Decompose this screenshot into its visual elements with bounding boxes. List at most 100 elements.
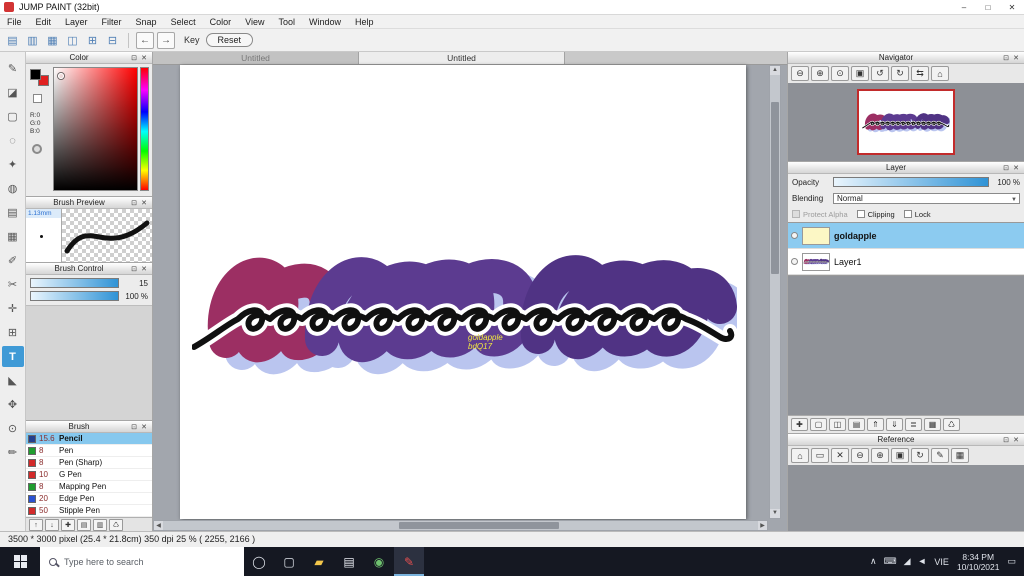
foreground-color-swatch[interactable] (30, 69, 41, 80)
eraser-tool[interactable]: ◪ (2, 82, 24, 103)
nav-rotate-right-icon[interactable]: ↻ (891, 66, 909, 81)
snap-settings-icon[interactable]: ⊟ (104, 32, 121, 49)
color-picker-marker[interactable] (58, 73, 64, 79)
document-tab[interactable]: Untitled (359, 52, 565, 64)
volume-icon[interactable]: ◄ (918, 556, 927, 567)
move-tool[interactable]: ✛ (2, 298, 24, 319)
scroll-right-arrow[interactable]: ▶ (758, 521, 767, 530)
grid-tool[interactable]: ⊞ (2, 322, 24, 343)
navigator-thumbnail[interactable] (857, 89, 955, 155)
brush-edit-icon[interactable]: ▥ (93, 519, 107, 531)
zoom-tool[interactable]: ⊙ (2, 418, 24, 439)
brush-list-item[interactable]: 20 Edge Pen (26, 493, 152, 505)
layer-visibility-toggle[interactable] (791, 232, 798, 239)
brush-control-slider[interactable] (30, 291, 119, 301)
vertical-scroll-thumb[interactable] (771, 102, 779, 274)
brush-folder-icon[interactable]: ▤ (77, 519, 91, 531)
transparent-color-swatch[interactable] (33, 94, 42, 103)
hidden-icons-chevron[interactable]: ∧ (870, 556, 877, 567)
menu-item[interactable]: View (238, 15, 271, 29)
close-button[interactable]: ✕ (1000, 0, 1024, 15)
layer-merge-icon[interactable]: ≣ (905, 418, 922, 431)
layer-row-goldapple[interactable]: goldapple (788, 223, 1024, 249)
clipping-checkbox[interactable] (856, 210, 865, 218)
panel-close-icon[interactable]: ✕ (1011, 54, 1021, 62)
brush-control-slider[interactable] (30, 278, 119, 288)
text-tool[interactable]: T (1, 346, 24, 367)
menu-item[interactable]: Select (164, 15, 203, 29)
menu-item[interactable]: Layer (58, 15, 95, 29)
menu-item[interactable]: Edit (29, 15, 59, 29)
maximize-button[interactable]: □ (976, 0, 1000, 15)
lock-checkbox[interactable] (903, 210, 912, 218)
panel-restore-icon[interactable]: ⊡ (1001, 164, 1011, 172)
brush-tool[interactable]: ✎ (2, 58, 24, 79)
select-pen-tool[interactable]: ✐ (2, 250, 24, 271)
ref-grid-icon[interactable]: ▦ (951, 448, 969, 463)
brush-up-icon[interactable]: ↑ (29, 519, 43, 531)
taskbar-search-input[interactable]: Type here to search (40, 547, 244, 576)
layer-move-up-icon[interactable]: ⇑ (867, 418, 884, 431)
magic-wand-tool[interactable]: ✦ (2, 154, 24, 175)
layer-move-down-icon[interactable]: ⇓ (886, 418, 903, 431)
scroll-left-arrow[interactable]: ◀ (154, 521, 163, 530)
language-indicator[interactable]: VIE (934, 557, 949, 567)
divide-tool[interactable]: ✂ (2, 274, 24, 295)
ref-open-icon[interactable]: ▭ (811, 448, 829, 463)
task-view-icon[interactable]: ▢ (274, 547, 304, 576)
start-button[interactable] (0, 547, 40, 576)
new-canvas-icon[interactable]: ▤ (4, 32, 21, 49)
jump-paint-taskbar-icon[interactable]: ✎ (394, 547, 424, 576)
marquee-select-tool[interactable]: ▢ (2, 106, 24, 127)
layer-visibility-toggle[interactable] (791, 258, 798, 265)
panel-close-icon[interactable]: ✕ (1011, 436, 1021, 444)
taskbar-clock[interactable]: 8:34 PM 10/10/2021 (957, 552, 1000, 572)
panel-close-icon[interactable]: ✕ (139, 423, 149, 431)
nav-reset-icon[interactable]: ⌂ (931, 66, 949, 81)
save-icon[interactable]: ▦ (44, 32, 61, 49)
undo-button[interactable]: ← (136, 31, 154, 49)
panel-close-icon[interactable]: ✕ (139, 265, 149, 273)
layer-delete-icon[interactable]: ♺ (943, 418, 960, 431)
menu-item[interactable]: Window (302, 15, 348, 29)
ref-actual-size-icon[interactable]: ▣ (891, 448, 909, 463)
panel-close-icon[interactable]: ✕ (139, 54, 149, 62)
menu-item[interactable]: Filter (95, 15, 129, 29)
panel-restore-icon[interactable]: ⊡ (1001, 54, 1011, 62)
chrome-icon[interactable]: ◉ (364, 547, 394, 576)
scroll-down-arrow[interactable]: ▼ (770, 509, 780, 518)
horizontal-scrollbar[interactable]: ◀ ▶ (153, 520, 768, 531)
brush-list-item[interactable]: 8 Pen (26, 445, 152, 457)
gradient-tool[interactable]: ▤ (2, 202, 24, 223)
panel-restore-icon[interactable]: ⊡ (1001, 436, 1011, 444)
protect-alpha-checkbox[interactable] (792, 210, 800, 218)
redo-button[interactable]: → (157, 31, 175, 49)
menu-item[interactable]: File (0, 15, 29, 29)
scroll-up-arrow[interactable]: ▲ (770, 66, 780, 75)
ref-zoom-in-icon[interactable]: ⊕ (871, 448, 889, 463)
layer-new-icon[interactable]: ▢ (810, 418, 827, 431)
nav-actual-size-icon[interactable]: ▣ (851, 66, 869, 81)
color-wheel-toggle[interactable] (32, 144, 42, 154)
panel-close-icon[interactable]: ✕ (1011, 164, 1021, 172)
opacity-slider[interactable] (833, 177, 989, 187)
ref-pick-icon[interactable]: ✎ (931, 448, 949, 463)
nav-zoom-in-icon[interactable]: ⊕ (811, 66, 829, 81)
saturation-value-picker[interactable] (53, 67, 138, 191)
ref-zoom-out-icon[interactable]: ⊖ (851, 448, 869, 463)
brush-list-item[interactable]: 8 Mapping Pen (26, 481, 152, 493)
action-center-icon[interactable]: ▭ (1007, 556, 1016, 567)
brush-delete-icon[interactable]: ♺ (109, 519, 123, 531)
microsoft-store-icon[interactable]: ▤ (334, 547, 364, 576)
brush-list-item[interactable]: 15.6 Pencil (26, 433, 152, 445)
network-icon[interactable]: ◢ (904, 556, 911, 567)
layer-duplicate-icon[interactable]: ◫ (829, 418, 846, 431)
ref-close-icon[interactable]: ✕ (831, 448, 849, 463)
canvas[interactable]: goldapple bdQ17 (180, 65, 746, 519)
panel-restore-icon[interactable]: ⊡ (129, 54, 139, 62)
document-tab[interactable]: Untitled (153, 52, 359, 64)
cortana-icon[interactable]: ◯ (244, 547, 274, 576)
open-file-icon[interactable]: ▥ (24, 32, 41, 49)
nav-rotate-left-icon[interactable]: ↺ (871, 66, 889, 81)
brush-add-icon[interactable]: ✚ (61, 519, 75, 531)
